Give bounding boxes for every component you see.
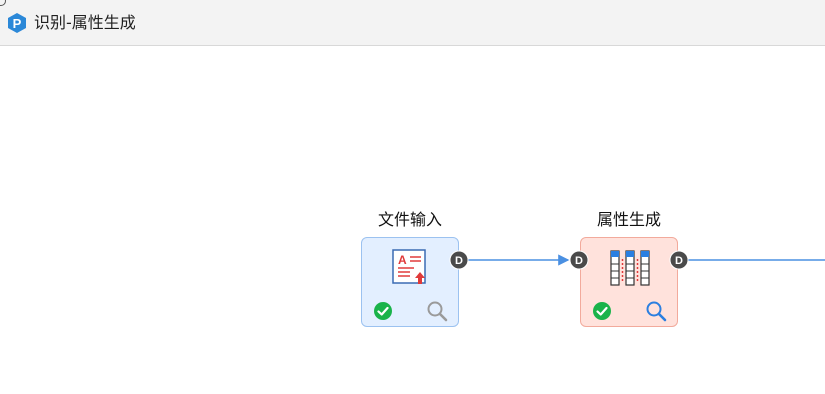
workflow-canvas[interactable]: 文件输入 A D 属性生成 D D — [0, 47, 825, 394]
columns-table-icon — [610, 250, 650, 286]
node-attribute-generation[interactable] — [580, 237, 678, 327]
window-title: 识别-属性生成 — [34, 13, 136, 32]
output-port-attribute-generation[interactable]: D — [669, 250, 689, 270]
output-port-file-input[interactable]: D — [449, 250, 469, 270]
svg-text:D: D — [455, 255, 463, 267]
node-label-attribute-generation: 属性生成 — [596, 210, 661, 229]
svg-text:A: A — [398, 253, 407, 267]
file-upload-icon: A — [392, 249, 426, 284]
magnifier-icon[interactable] — [426, 300, 448, 322]
window-corner-icon — [0, 0, 6, 6]
node-file-input[interactable]: A — [361, 237, 459, 327]
p-logo-icon: P — [8, 13, 26, 33]
check-circle-icon — [374, 302, 392, 320]
title-bar: P 识别-属性生成 — [0, 0, 825, 46]
svg-text:D: D — [675, 255, 683, 267]
node-label-file-input: 文件输入 — [377, 210, 442, 229]
magnifier-icon[interactable] — [645, 300, 667, 322]
svg-text:P: P — [13, 16, 22, 31]
check-circle-icon — [593, 302, 611, 320]
input-port-attribute-generation[interactable]: D — [569, 250, 589, 270]
svg-text:D: D — [575, 255, 583, 267]
